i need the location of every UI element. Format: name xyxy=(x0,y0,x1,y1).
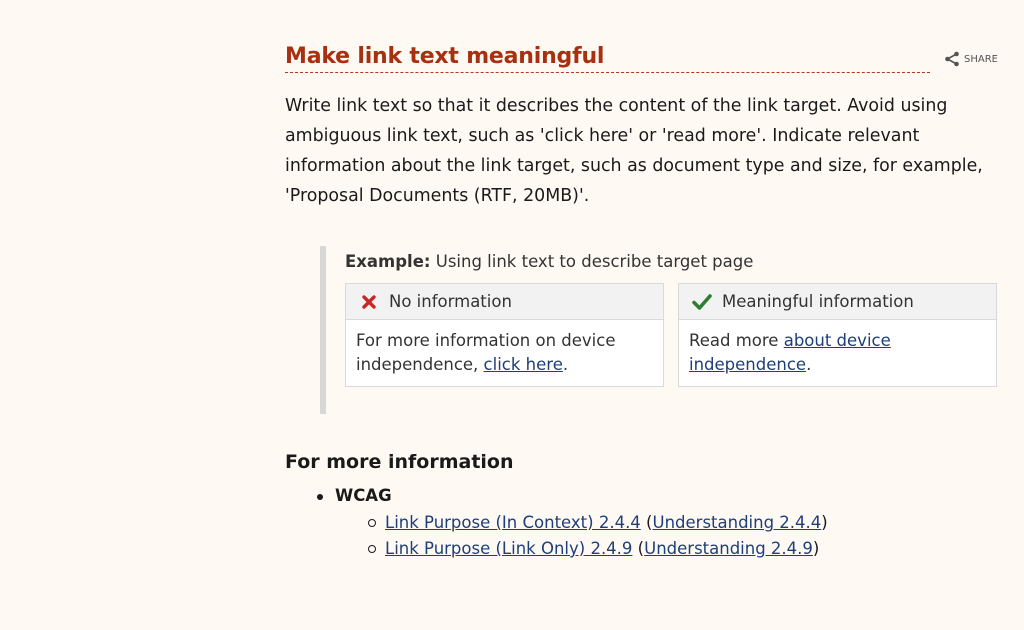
bad-example-header: No information xyxy=(346,284,663,320)
good-example-body: Read more about device independence. xyxy=(679,320,996,377)
paren-close: ) xyxy=(821,513,828,532)
list-item: Link Purpose (Link Only) 2.4.9 (Understa… xyxy=(368,536,828,562)
good-example-period: . xyxy=(806,355,812,374)
share-button[interactable]: SHARE xyxy=(944,51,998,67)
link-purpose-link-only-link[interactable]: Link Purpose (Link Only) 2.4.9 xyxy=(385,539,632,558)
good-example-card: Meaningful information Read more about d… xyxy=(678,283,997,387)
bad-example-card: No information For more information on d… xyxy=(345,283,664,387)
understanding-249-link[interactable]: Understanding 2.4.9 xyxy=(644,539,813,558)
paren-open: ( xyxy=(640,513,653,532)
cross-icon xyxy=(359,292,379,312)
reference-group: WCAG Link Purpose (In Context) 2.4.4 (Un… xyxy=(316,484,828,562)
example-caption-text: Using link text to describe target page xyxy=(430,252,754,271)
bad-example-period: . xyxy=(562,355,569,374)
section-header: Make link text meaningful xyxy=(285,42,930,73)
example-box: Example: Using link text to describe tar… xyxy=(320,246,1016,414)
section-title: Make link text meaningful xyxy=(285,44,605,69)
list-item: Link Purpose (In Context) 2.4.4 (Underst… xyxy=(368,510,828,536)
share-label: SHARE xyxy=(964,53,998,65)
reference-sublist: Link Purpose (In Context) 2.4.4 (Underst… xyxy=(335,508,828,562)
example-caption-label: Example: xyxy=(345,252,431,271)
bad-example-heading: No information xyxy=(389,292,512,311)
share-icon xyxy=(944,51,960,67)
good-example-text: Read more xyxy=(689,331,784,350)
reference-group-label: WCAG xyxy=(335,486,392,505)
paren-close: ) xyxy=(812,539,820,558)
more-info-title: For more information xyxy=(285,451,514,473)
page: Make link text meaningful SHARE Write li… xyxy=(0,0,1024,630)
check-icon xyxy=(692,292,712,312)
click-here-link[interactable]: click here xyxy=(484,355,563,374)
good-example-header: Meaningful information xyxy=(679,284,996,320)
link-purpose-in-context-link[interactable]: Link Purpose (In Context) 2.4.4 xyxy=(385,513,641,532)
reference-list: WCAG Link Purpose (In Context) 2.4.4 (Un… xyxy=(316,484,828,562)
understanding-244-link[interactable]: Understanding 2.4.4 xyxy=(653,513,822,532)
bad-example-body: For more information on device independe… xyxy=(346,320,663,377)
example-caption: Example: Using link text to describe tar… xyxy=(345,252,753,272)
intro-paragraph: Write link text so that it describes the… xyxy=(285,96,983,206)
paren-open: ( xyxy=(632,539,645,558)
good-example-heading: Meaningful information xyxy=(722,292,914,311)
